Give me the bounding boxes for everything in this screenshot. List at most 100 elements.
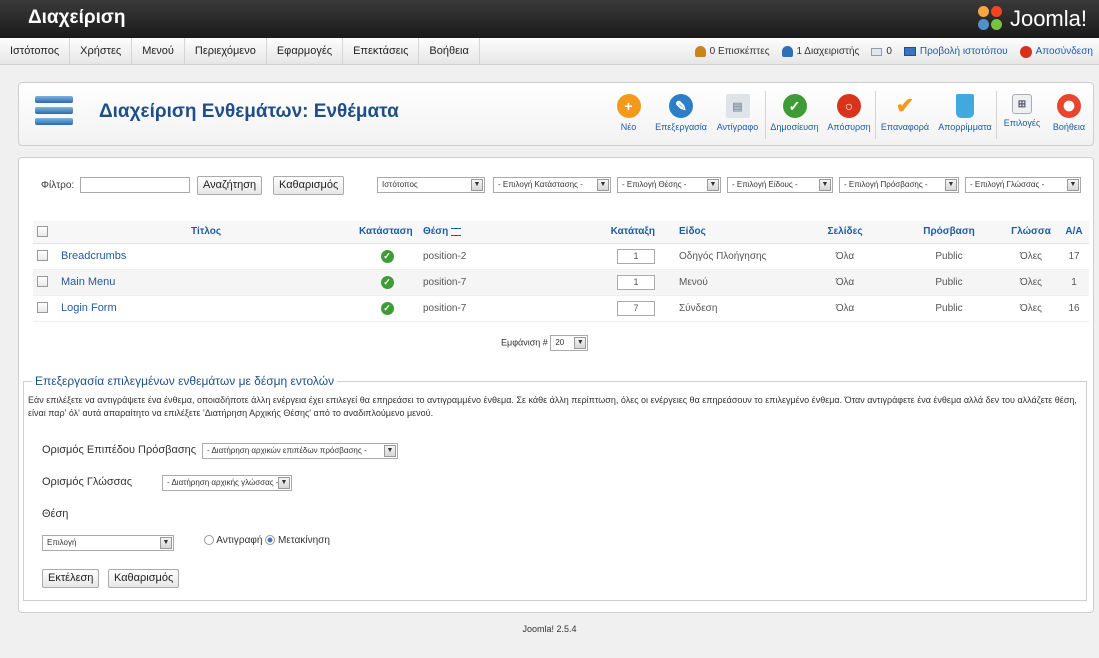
footer-version: Joomla! 2.5.4 — [522, 624, 577, 634]
messages-status[interactable]: 0 — [871, 46, 892, 57]
header-ordering[interactable]: Κατάταξη — [587, 221, 667, 244]
edit-label: Επεξεργασία — [655, 122, 707, 132]
plus-icon: + — [616, 94, 641, 118]
execute-button[interactable]: Εκτέλεση — [42, 569, 100, 588]
menu-menus[interactable]: Μενού — [132, 38, 185, 65]
checkin-button[interactable]: ✔ Επαναφορά — [876, 87, 934, 143]
type-select[interactable]: - Επιλογή Είδους - ▼ — [727, 177, 833, 193]
visitors-icon — [694, 46, 706, 57]
header-access[interactable]: Πρόσβαση — [895, 221, 1003, 244]
access-level-label: Ορισμός Επιπέδου Πρόσβασης — [42, 444, 197, 456]
menu-help[interactable]: Βοήθεια — [419, 38, 480, 65]
help-button[interactable]: Βοήθεια — [1047, 87, 1091, 143]
access-select[interactable]: - Επιλογή Πρόσβασης - ▼ — [839, 177, 959, 193]
ordering-input[interactable]: 7 — [617, 300, 655, 316]
list-limit-select[interactable]: 20 ▼ — [550, 335, 589, 351]
options-button[interactable]: ⊞ Επιλογές — [997, 87, 1047, 143]
ordering-input[interactable]: 1 — [617, 274, 655, 290]
header-language-label: Γλώσσα — [1011, 226, 1051, 238]
row-title-link[interactable]: Main Menu — [61, 276, 115, 288]
language-select-value: - Επιλογή Γλώσσας - — [970, 180, 1045, 189]
copy-option[interactable]: Αντιγραφή Μετακίνηση — [204, 535, 330, 546]
row-id: 16 — [1059, 295, 1089, 322]
row-position: position-7 — [419, 295, 587, 322]
trash-label: Απορρίμματα — [938, 122, 992, 132]
row-title-link[interactable]: Login Form — [61, 302, 117, 314]
chevron-down-icon: ▼ — [945, 179, 957, 191]
row-checkbox[interactable] — [37, 250, 48, 262]
logout-icon — [1019, 45, 1032, 58]
row-title-cell: Main Menu — [57, 269, 355, 296]
row-pages: Όλα — [795, 295, 895, 322]
batch-clear-button[interactable]: Καθαρισμός — [108, 569, 180, 588]
publish-label: Δημοσίευση — [770, 122, 819, 132]
row-status-cell: ✓ — [355, 243, 419, 270]
trash-button[interactable]: Απορρίμματα — [934, 87, 996, 143]
client-select[interactable]: Ιστότοπος ▼ — [377, 177, 485, 193]
language-label: Ορισμός Γλώσσας — [42, 476, 133, 488]
batch-legend: Επεξεργασία επιλεγμένων ενθεμάτων με δέσ… — [32, 374, 338, 388]
state-select[interactable]: - Επιλογή Κατάστασης - ▼ — [493, 177, 611, 193]
unpublish-button[interactable]: ○ Απόσυρση — [823, 87, 875, 143]
access-select-value: - Επιλογή Πρόσβασης - — [844, 180, 928, 189]
list-limit: Εμφάνιση # 20 ▼ — [501, 335, 589, 351]
menu-content[interactable]: Περιεχόμενο — [185, 38, 267, 65]
search-button[interactable]: Αναζήτηση — [197, 176, 263, 195]
chevron-down-icon: ▼ — [278, 477, 290, 489]
row-ordering-cell: 1 — [587, 243, 667, 270]
check-icon: ✓ — [782, 94, 807, 118]
header-status[interactable]: Κατάσταση — [355, 221, 419, 244]
move-radio[interactable] — [265, 535, 276, 546]
unpublish-icon: ○ — [837, 94, 861, 118]
copy-button[interactable]: ▤ Αντίγραφο — [710, 87, 765, 143]
header-type[interactable]: Είδος — [667, 221, 795, 244]
row-checkbox[interactable] — [37, 302, 48, 314]
header-id[interactable]: Α/Α — [1059, 221, 1089, 244]
header-position[interactable]: Θέση — [419, 221, 587, 244]
row-pages: Όλα — [795, 269, 895, 296]
published-icon[interactable]: ✓ — [380, 275, 394, 289]
batch-language-select[interactable]: - Διατήρηση αρχικής γλώσσας - ▼ — [162, 475, 292, 491]
row-language: Όλες — [1003, 295, 1059, 322]
header-ordering-label: Κατάταξη — [610, 226, 655, 238]
clear-filter-button[interactable]: Καθαρισμός — [273, 176, 345, 195]
checkin-label: Επαναφορά — [880, 122, 930, 132]
menu-site[interactable]: Ιστότοπος — [0, 38, 71, 65]
header-title[interactable]: Τίτλος — [57, 221, 355, 244]
lifebuoy-icon — [1057, 94, 1081, 118]
row-title-cell: Breadcrumbs — [57, 243, 355, 270]
published-icon[interactable]: ✓ — [380, 249, 394, 263]
table-header-row: Τίτλος Κατάσταση Θέση Κατάταξη Είδος Σελ… — [33, 221, 1089, 244]
unpublish-label: Απόσυρση — [827, 122, 871, 132]
copy-radio[interactable] — [204, 535, 214, 546]
help-label: Βοήθεια — [1052, 122, 1086, 132]
select-all-checkbox[interactable] — [37, 226, 48, 238]
header-pages[interactable]: Σελίδες — [795, 221, 895, 244]
joomla-logo[interactable]: Joomla! — [977, 4, 1087, 34]
joomla-logo-text: Joomla! — [1009, 6, 1087, 31]
row-title-link[interactable]: Breadcrumbs — [61, 250, 126, 262]
menu-users[interactable]: Χρήστες — [70, 38, 133, 65]
batch-position-select[interactable]: Επιλογή ▼ — [42, 535, 174, 551]
admins-count: 1 Διαχειριστής — [796, 46, 860, 57]
published-icon[interactable]: ✓ — [380, 301, 394, 315]
edit-button[interactable]: ✎ Επεξεργασία — [652, 87, 710, 143]
publish-button[interactable]: ✓ Δημοσίευση — [766, 87, 823, 143]
chevron-down-icon: ▼ — [707, 179, 719, 191]
header-language[interactable]: Γλώσσα — [1003, 221, 1059, 244]
logout-label: Αποσύνδεση — [1035, 46, 1093, 57]
row-checkbox[interactable] — [37, 276, 48, 288]
module-manager-icon — [35, 96, 73, 132]
row-checkbox-cell — [33, 243, 57, 270]
filter-search-input[interactable] — [80, 177, 190, 193]
menu-components[interactable]: Εφαρμογές — [267, 38, 344, 65]
language-select[interactable]: - Επιλογή Γλώσσας - ▼ — [965, 177, 1081, 193]
logout-link[interactable]: Αποσύνδεση — [1019, 45, 1093, 58]
menu-extensions[interactable]: Επεκτάσεις — [343, 38, 420, 65]
batch-access-select[interactable]: - Διατήρηση αρχικών επιπέδων πρόσβασης -… — [202, 443, 398, 459]
new-button[interactable]: + Νέο — [605, 87, 652, 143]
chevron-down-icon: ▼ — [1067, 179, 1079, 191]
ordering-input[interactable]: 1 — [617, 248, 655, 264]
view-site-link[interactable]: Προβολή ιστοτόπου — [903, 46, 1008, 57]
position-select[interactable]: - Επιλογή Θέσης - ▼ — [617, 177, 721, 193]
